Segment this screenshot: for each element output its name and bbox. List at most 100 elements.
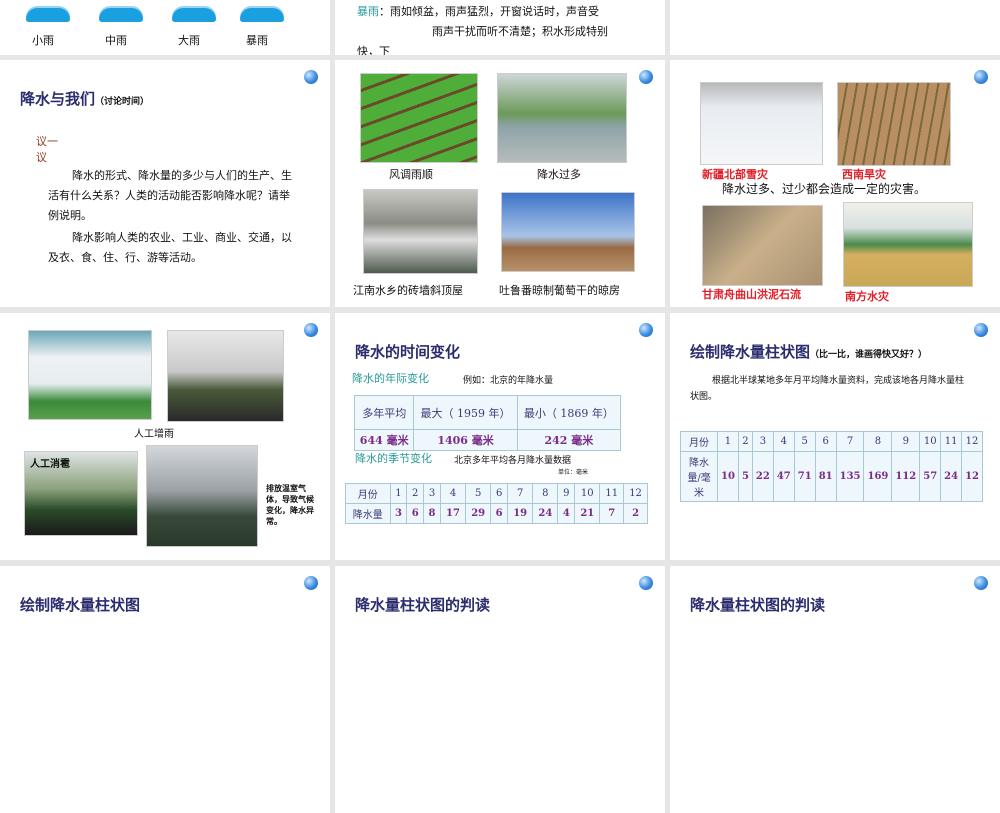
row-header: 降水量 <box>345 503 391 524</box>
month-cell: 5 <box>793 431 816 452</box>
rain-type-label: 暴雨 <box>246 34 268 47</box>
instruction: 根据北半球某地多年月平均降水量资料，完成该地各月降水量柱状图。 <box>690 376 965 402</box>
value-cell: 21 <box>574 503 601 524</box>
paragraph: 降水影响人类的农业、工业、商业、交通，以及衣、食、住、行、游等活动。 <box>48 231 292 264</box>
month-cell: 5 <box>465 483 492 504</box>
cloud-seeding-diagram <box>28 330 152 420</box>
discuss-label: 议一议 <box>36 135 58 164</box>
month-cell: 2 <box>406 483 425 504</box>
unit-label: 单位：毫米 <box>558 469 589 476</box>
value-cell: 242 毫米 <box>516 429 622 451</box>
value-cell: 47 <box>772 451 795 502</box>
slide-thumbnail-6[interactable]: 新疆北部雪灾 西南旱灾 降水过多、过少都会造成一定的灾害。 甘肃舟曲山洪泥石流 … <box>670 60 1000 307</box>
value-cell: 10 <box>717 451 739 502</box>
globe-icon <box>974 70 988 84</box>
value-cell: 19 <box>507 503 534 524</box>
month-cell: 11 <box>940 431 963 452</box>
slide-thumbnail-11[interactable]: 降水量柱状图的判读 <box>335 566 665 813</box>
month-cell: 12 <box>961 431 983 452</box>
month-cell: 9 <box>557 483 576 504</box>
example-text: 例如：北京的年降水量 <box>463 376 554 386</box>
slide-thumbnail-2[interactable]: 暴雨：雨如倾盆，雨声猛烈，开窗说话时，声音受 雨声干扰而听不清楚；积水形成特别 … <box>335 0 665 55</box>
title-text: 绘制降水量柱状图 <box>690 343 811 361</box>
rainstorm-label: 暴雨 <box>357 5 379 18</box>
snow-disaster-image <box>700 82 823 165</box>
caption: 南方水灾 <box>845 290 889 303</box>
caption: 降水过多 <box>537 168 581 181</box>
anti-aircraft-guns-image <box>167 330 284 422</box>
value-cell: 29 <box>465 503 492 524</box>
value-cell: 6 <box>490 503 509 524</box>
value-cell: 3 <box>389 503 408 524</box>
header-cell: 最大（ 1959 年） <box>413 395 518 430</box>
slide-title: 绘制降水量柱状图（比一比，谁画得快又好？） <box>690 341 927 362</box>
value-cell: 6 <box>406 503 425 524</box>
month-cell: 1 <box>717 431 739 452</box>
flood-image <box>843 202 973 287</box>
slide-title: 降水的时间变化 <box>355 343 461 361</box>
text-line: 雨声干扰而听不清楚；积水形成特别 <box>432 25 608 38</box>
value-cell: 112 <box>891 451 921 502</box>
note: 降水过多、过少都会造成一定的灾害。 <box>722 182 927 196</box>
section-label: 降水的季节变化 <box>355 452 432 465</box>
globe-icon <box>304 323 318 337</box>
value-cell: 71 <box>793 451 816 502</box>
value-cell: 644 毫米 <box>353 429 415 451</box>
slide-thumbnail-7[interactable]: 人工增雨 人工消雹 排放温室气体，导致气候变化，降水异常。 <box>0 313 330 560</box>
row-header: 降水量/毫米 <box>679 451 719 502</box>
rain-type-label: 大雨 <box>178 34 200 47</box>
mudslide-image <box>702 205 823 286</box>
paragraph: 降水的形式、降水量的多少与人们的生产、生活有什么关系？人类的活动能否影响降水呢？… <box>48 169 292 222</box>
month-cell: 6 <box>490 483 509 504</box>
title-subtitle: （讨论时间） <box>95 97 150 107</box>
slide-thumbnail-12[interactable]: 降水量柱状图的判读 <box>670 566 1000 813</box>
caption: 江南水乡的砖墙斜顶屋 <box>353 284 463 297</box>
month-cell: 8 <box>863 431 893 452</box>
month-cell: 2 <box>737 431 753 452</box>
globe-icon <box>639 70 653 84</box>
rain-cloud-icon <box>236 0 288 22</box>
slide-thumbnail-8[interactable]: 降水的时间变化 降水的年际变化 例如：北京的年降水量 多年平均 最大（ 1959 … <box>335 313 665 560</box>
rain-type-label: 中雨 <box>105 34 127 47</box>
month-cell: 11 <box>599 483 625 504</box>
value-cell: 24 <box>940 451 963 502</box>
month-cell: 12 <box>623 483 648 504</box>
value-cell: 24 <box>532 503 559 524</box>
globe-icon <box>974 323 988 337</box>
globe-icon <box>974 576 988 590</box>
row-header: 月份 <box>345 483 391 504</box>
text-line: ：雨如倾盆，雨声猛烈，开窗说话时，声音受 <box>379 5 599 18</box>
globe-icon <box>304 70 318 84</box>
jiangnan-houses-image <box>363 189 478 274</box>
value-cell: 5 <box>737 451 753 502</box>
rain-cloud-icon <box>95 0 147 22</box>
value-cell: 1406 毫米 <box>413 429 518 451</box>
slide-thumbnail-5[interactable]: 风调雨顺 降水过多 江南水乡的砖墙斜顶屋 吐鲁番晾制葡萄干的晾房 <box>335 60 665 307</box>
slide-thumbnail-10[interactable]: 绘制降水量柱状图 <box>0 566 330 813</box>
slide-thumbnail-3[interactable] <box>670 0 1000 55</box>
note: 排放温室气体，导致气候变化，降水异常。 <box>266 483 314 526</box>
slide-thumbnail-1[interactable]: 小雨 中雨 大雨 暴雨 <box>0 0 330 55</box>
header-cell: 多年平均 <box>353 395 415 430</box>
header-cell: 最小（ 1869 年） <box>516 395 622 430</box>
month-cell: 7 <box>835 431 865 452</box>
rice-field-image <box>360 73 478 163</box>
month-cell: 1 <box>389 483 408 504</box>
month-cell: 4 <box>439 483 467 504</box>
globe-icon <box>639 576 653 590</box>
title-subtitle: （比一比，谁画得快又好？） <box>810 350 928 360</box>
table-title: 北京多年平均各月降水量数据 <box>454 456 572 466</box>
rain-cloud-icon <box>168 0 220 22</box>
factory-chimneys-image <box>146 445 258 547</box>
month-cell: 9 <box>891 431 921 452</box>
caption: 甘肃舟曲山洪泥石流 <box>702 288 801 301</box>
drying-house-image <box>501 192 635 272</box>
value-cell: 81 <box>814 451 837 502</box>
caption: 人工增雨 <box>134 429 174 440</box>
rain-type-label: 小雨 <box>32 34 54 47</box>
flooded-field-image <box>497 73 627 163</box>
slide-thumbnail-9[interactable]: 绘制降水量柱状图（比一比，谁画得快又好？） 根据北半球某地多年月平均降水量资料，… <box>670 313 1000 560</box>
month-cell: 3 <box>423 483 441 504</box>
slide-thumbnail-4[interactable]: 降水与我们（讨论时间） 议一议 降水的形式、降水量的多少与人们的生产、生活有什么… <box>0 60 330 307</box>
caption: 吐鲁番晾制葡萄干的晾房 <box>499 284 620 297</box>
